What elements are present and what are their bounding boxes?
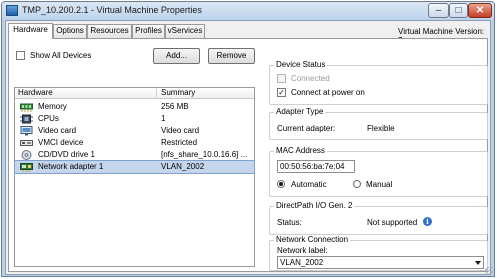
mac-automatic-radio[interactable] (277, 180, 285, 188)
tab-profiles[interactable]: Profiles (132, 24, 165, 38)
directpath-group: DirectPath I/O Gen. 2 Status: Not suppor… (269, 201, 488, 235)
hardware-summary: [nfs_share_10.0.16.6] ... (161, 150, 248, 159)
hardware-summary: Restricted (161, 138, 198, 147)
hardware-name: Memory (38, 102, 67, 111)
adapter-type-title: Adapter Type (274, 107, 326, 116)
mac-address-group: MAC Address 00:50:56:ba:7e:04 Automatic … (269, 146, 488, 197)
vmci-device-icon (20, 140, 33, 146)
hardware-summary: VLAN_2002 (161, 162, 205, 171)
remove-device-button[interactable]: Remove (208, 48, 255, 64)
device-status-title: Device Status (274, 60, 328, 69)
mac-automatic-label: Automatic (291, 180, 327, 189)
tab-resources[interactable]: Resources (87, 24, 132, 38)
hardware-name: VMCI device (38, 138, 84, 147)
resize-grip[interactable] (485, 267, 493, 275)
close-button[interactable]: ✕ (468, 3, 492, 18)
hardware-summary: 1 (161, 114, 166, 123)
hardware-row-vmci-device[interactable]: VMCI device Restricted (15, 137, 254, 149)
add-device-button[interactable]: Add... (153, 48, 200, 64)
network-connection-title: Network Connection (274, 235, 351, 244)
hardware-name: CD/DVD drive 1 (38, 150, 95, 159)
app-icon (6, 5, 18, 16)
hardware-summary: Video card (161, 126, 200, 135)
mac-manual-radio[interactable] (353, 180, 361, 188)
column-header-summary[interactable]: Summary (158, 88, 253, 98)
hardware-row-network-adapter[interactable]: Network adapter 1 VLAN_2002 (14, 160, 255, 174)
memory-icon (20, 103, 33, 112)
vm-properties-window: TMP_10.200.2.1 - Virtual Machine Propert… (1, 1, 495, 277)
hardware-list: Hardware Summary Memory 256 MB CPUs 1 Vi… (14, 87, 255, 267)
dialog-client-area: Hardware Options Resources Profiles vSer… (5, 20, 491, 275)
hardware-row-cpus[interactable]: CPUs 1 (15, 113, 254, 125)
minimize-button[interactable]: – (428, 3, 449, 18)
hardware-row-cd-dvd-drive[interactable]: CD/DVD drive 1 [nfs_share_10.0.16.6] ... (15, 149, 254, 161)
info-icon[interactable]: i (423, 217, 432, 226)
hardware-summary: 256 MB (161, 102, 189, 111)
network-label-caption: Network label: (277, 246, 328, 255)
video-card-icon (20, 126, 33, 136)
hardware-list-header: Hardware Summary (15, 88, 254, 99)
connected-checkbox[interactable] (277, 74, 286, 83)
hardware-name: Video card (38, 126, 77, 135)
hardware-row-video-card[interactable]: Video card Video card (15, 125, 254, 137)
device-status-group: Device Status Connected ✓ Connect at pow… (269, 60, 488, 105)
current-adapter-label: Current adapter: (277, 124, 336, 133)
title-bar[interactable]: TMP_10.200.2.1 - Virtual Machine Propert… (2, 2, 494, 20)
tab-vservices[interactable]: vServices (165, 24, 205, 38)
cd-dvd-icon (21, 150, 32, 160)
maximize-button[interactable]: □ (449, 3, 468, 18)
connect-at-power-on-label: Connect at power on (291, 88, 365, 97)
adapter-type-group: Adapter Type Current adapter: Flexible (269, 107, 488, 140)
tab-options[interactable]: Options (53, 24, 87, 38)
connected-label: Connected (291, 74, 330, 83)
network-label-selected: VLAN_2002 (280, 258, 324, 267)
mac-manual-label: Manual (366, 180, 393, 189)
column-header-hardware[interactable]: Hardware (15, 88, 157, 98)
hardware-name: Network adapter 1 (38, 162, 104, 171)
directpath-status-value: Not supported (367, 218, 418, 227)
connect-at-power-on-checkbox[interactable]: ✓ (277, 88, 286, 97)
tab-hardware[interactable]: Hardware (8, 23, 53, 39)
mac-address-title: MAC Address (274, 146, 327, 155)
network-adapter-icon (20, 163, 33, 172)
current-adapter-value: Flexible (367, 124, 395, 133)
show-all-devices-label: Show All Devices (30, 51, 92, 60)
hardware-row-memory[interactable]: Memory 256 MB (15, 101, 254, 113)
show-all-devices-checkbox[interactable] (16, 51, 25, 60)
directpath-title: DirectPath I/O Gen. 2 (274, 201, 355, 210)
hardware-name: CPUs (38, 114, 59, 123)
hardware-tab-panel: Show All Devices Add... Remove Hardware … (8, 38, 488, 272)
cpu-icon (20, 114, 33, 124)
network-connection-group: Network Connection Network label: VLAN_2… (269, 235, 488, 271)
mac-address-field[interactable]: 00:50:56:ba:7e:04 (277, 160, 355, 173)
directpath-status-label: Status: (277, 218, 302, 227)
network-label-dropdown[interactable]: VLAN_2002 (277, 256, 484, 269)
chevron-down-icon (475, 261, 481, 265)
window-title: TMP_10.200.2.1 - Virtual Machine Propert… (22, 5, 202, 15)
